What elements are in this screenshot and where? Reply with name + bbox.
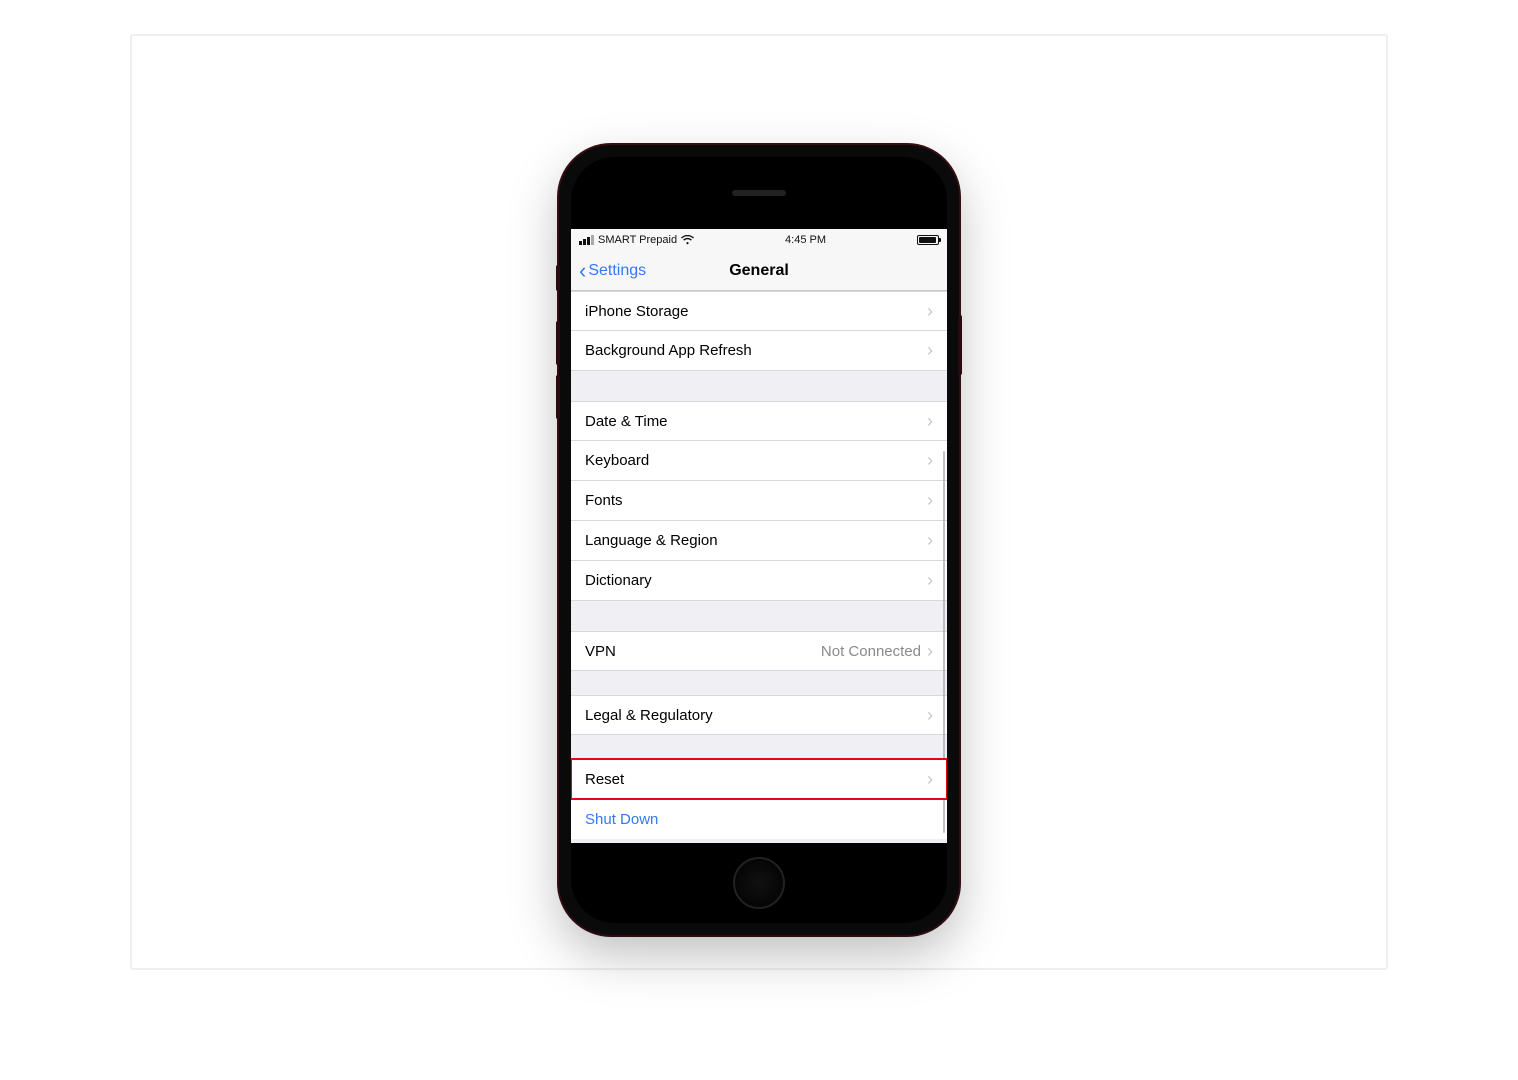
chevron-right-icon: › [927,490,933,511]
wifi-icon [681,235,694,245]
chevron-right-icon: › [927,340,933,361]
chevron-right-icon: › [927,769,933,790]
settings-list[interactable]: iPhone Storage›Background App Refresh›Da… [571,291,947,843]
nav-bar: ‹ Settings General [571,251,947,291]
row-detail: Not Connected [821,643,921,660]
row-label: Keyboard [585,452,927,469]
row-shut-down[interactable]: Shut Down [571,799,947,839]
home-button[interactable] [733,857,785,909]
row-iphone-storage[interactable]: iPhone Storage› [571,291,947,331]
mute-switch [556,265,560,291]
chevron-right-icon: › [927,530,933,551]
back-button[interactable]: ‹ Settings [579,260,646,282]
chevron-right-icon: › [927,450,933,471]
group-spacer [571,371,947,401]
chevron-right-icon: › [927,301,933,322]
row-label: Date & Time [585,413,927,430]
group-spacer [571,601,947,631]
back-label: Settings [588,262,646,280]
screen: SMART Prepaid 4:45 PM ‹ Settings General [571,229,947,843]
speaker-grille [732,190,786,196]
chevron-right-icon: › [927,411,933,432]
row-label: iPhone Storage [585,303,927,320]
phone-inner: SMART Prepaid 4:45 PM ‹ Settings General [571,157,947,923]
signal-icon [579,235,594,245]
row-label: Language & Region [585,532,927,549]
bottom-bezel [571,843,947,923]
chevron-right-icon: › [927,641,933,662]
row-language-region[interactable]: Language & Region› [571,521,947,561]
status-bar: SMART Prepaid 4:45 PM [571,229,947,251]
row-keyboard[interactable]: Keyboard› [571,441,947,481]
row-fonts[interactable]: Fonts› [571,481,947,521]
phone-frame: SMART Prepaid 4:45 PM ‹ Settings General [559,145,959,935]
row-label: Shut Down [585,811,933,828]
row-background-app-refresh[interactable]: Background App Refresh› [571,331,947,371]
row-label: VPN [585,643,821,660]
power-button [958,315,962,375]
row-legal-regulatory[interactable]: Legal & Regulatory› [571,695,947,735]
row-reset[interactable]: Reset› [571,759,947,799]
carrier-label: SMART Prepaid [598,234,677,246]
chevron-right-icon: › [927,705,933,726]
row-dictionary[interactable]: Dictionary› [571,561,947,601]
row-label: Background App Refresh [585,342,927,359]
row-vpn[interactable]: VPNNot Connected › [571,631,947,671]
status-right [917,235,939,245]
row-date-time[interactable]: Date & Time› [571,401,947,441]
status-time: 4:45 PM [785,234,826,246]
top-bezel [571,157,947,229]
chevron-right-icon: › [927,570,933,591]
battery-icon [917,235,939,245]
row-label: Dictionary [585,572,927,589]
row-label: Reset [585,771,927,788]
group-spacer [571,735,947,759]
chevron-left-icon: ‹ [579,260,586,282]
row-label: Legal & Regulatory [585,707,927,724]
volume-up-button [556,321,560,365]
status-left: SMART Prepaid [579,234,694,246]
row-label: Fonts [585,492,927,509]
volume-down-button [556,375,560,419]
group-spacer [571,671,947,695]
